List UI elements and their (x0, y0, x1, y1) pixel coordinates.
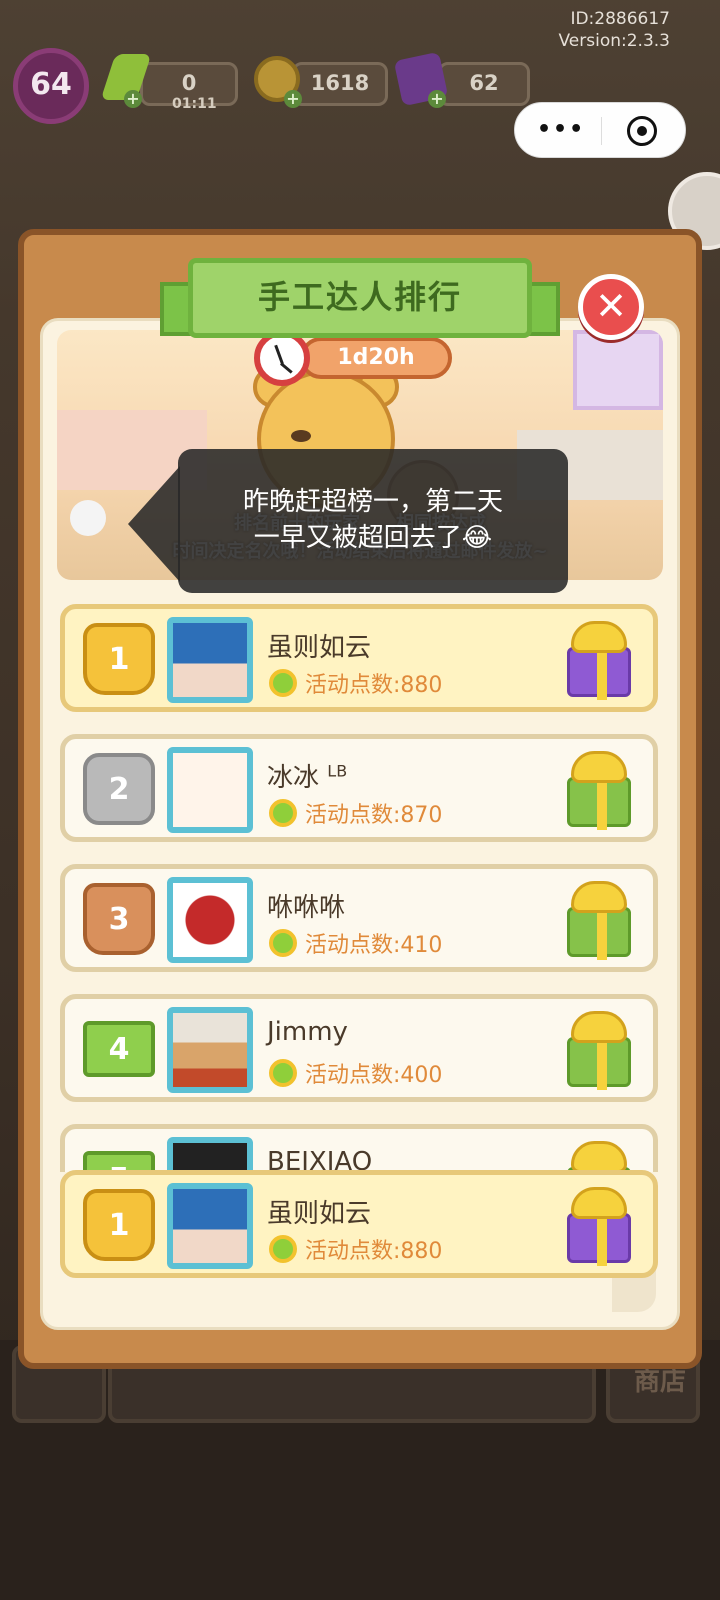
banner-window (573, 330, 663, 410)
my-rank-row[interactable]: 1 虽则如云 活动点数:880 (60, 1170, 658, 1282)
points-label: 活动点数:880 (305, 1239, 443, 1264)
rank-badge-silver: 2 (83, 753, 155, 825)
plus-coins-icon[interactable]: + (284, 90, 302, 108)
avatar (167, 877, 253, 963)
close-button[interactable]: ✕ (578, 274, 644, 340)
tooltip-line2: 一早又被超回去了😂 (253, 523, 493, 553)
rank-crown-gold: 1 (83, 623, 155, 695)
tooltip-arrow (128, 466, 180, 582)
player-name: BEIXIAO (267, 1147, 373, 1172)
ranking-row-2[interactable]: 2 冰冰 LB 活动点数:870 (60, 734, 658, 842)
flower-icon (269, 799, 297, 827)
gift-box-icon[interactable] (563, 881, 635, 960)
activity-points: 活动点数:870 (269, 797, 442, 829)
avatar (167, 617, 253, 703)
coins-value: 1618 (310, 71, 370, 95)
ranking-row-5[interactable]: 5 BEIXIAO (60, 1124, 658, 1172)
gift-box-icon[interactable] (563, 751, 635, 830)
close-miniprogram-icon[interactable] (627, 116, 657, 146)
ranking-row-1[interactable]: 1 虽则如云 活动点数:880 (60, 604, 658, 712)
plus-gems-icon[interactable]: + (428, 90, 446, 108)
rank-crown-gold: 1 (83, 1189, 155, 1261)
activity-points: 活动点数:410 (269, 927, 442, 959)
player-name: 虽则如云 (267, 1199, 372, 1229)
avatar (167, 1137, 253, 1172)
rank-badge-bronze: 3 (83, 883, 155, 955)
countdown-pill: 1d20h (300, 337, 452, 379)
coin-counter[interactable]: 1618 (292, 62, 388, 106)
rank-flag-green: 5 (83, 1151, 155, 1172)
activity-points: 活动点数:400 (269, 1057, 442, 1089)
flower-icon (269, 929, 297, 957)
player-name: Jimmy (267, 1017, 348, 1047)
avatar (167, 1183, 253, 1269)
points-label: 活动点数:880 (305, 673, 443, 698)
rank-flag-green: 4 (83, 1021, 155, 1077)
more-icon[interactable]: ••• (537, 117, 585, 142)
ranking-row-3[interactable]: 3 咻咻咻 活动点数:410 (60, 864, 658, 972)
gift-box-icon[interactable] (563, 1011, 635, 1090)
level-badge[interactable]: 64 (13, 48, 89, 124)
miniprogram-capsule: ••• (514, 102, 686, 158)
avatar (167, 747, 253, 833)
flower-icon (269, 669, 297, 697)
gift-box-icon[interactable] (563, 1187, 635, 1266)
energy-value: 0 (181, 71, 197, 95)
name-suffix: LB (327, 761, 348, 781)
plus-energy-icon[interactable]: + (124, 90, 142, 108)
countdown-text: 1d20h (337, 345, 415, 370)
capsule-divider (601, 117, 602, 145)
player-name: 冰冰 LB (267, 761, 348, 793)
tooltip-text: 昨晚赶超榜一，第二天 一早又被超回去了😂 (198, 484, 548, 556)
player-name: 咻咻咻 (267, 893, 346, 923)
ranking-row-4[interactable]: 4 Jimmy 活动点数:400 (60, 994, 658, 1102)
avatar (167, 1007, 253, 1093)
activity-points: 活动点数:880 (269, 1233, 442, 1265)
version-text: Version:2.3.3 (558, 31, 671, 51)
clock-icon (254, 330, 310, 386)
title-ribbon: 手工达人排行 (188, 258, 532, 338)
user-id: ID:2886617 (570, 9, 670, 29)
tooltip-line1: 昨晚赶超榜一，第二天 (242, 487, 503, 517)
points-label: 活动点数:410 (305, 933, 443, 958)
gem-counter[interactable]: 62 (438, 62, 530, 106)
gems-value: 62 (469, 71, 499, 95)
player-name: 虽则如云 (267, 633, 372, 663)
flower-icon (269, 1059, 297, 1087)
tooltip-dot (70, 500, 106, 536)
bear-nose (291, 430, 311, 442)
activity-points: 活动点数:880 (269, 667, 442, 699)
points-label: 活动点数:400 (305, 1063, 443, 1088)
gift-box-icon[interactable] (563, 621, 635, 700)
points-label: 活动点数:870 (305, 803, 443, 828)
flower-icon (269, 1235, 297, 1263)
energy-timer: 01:11 (172, 96, 217, 112)
gift-box-icon[interactable] (563, 1141, 635, 1172)
build-info: ID:2886617 Version:2.3.3 (559, 8, 671, 52)
ranking-list[interactable]: 1 虽则如云 活动点数:880 2 冰冰 LB 活动点数:870 3 咻咻咻 活… (56, 600, 666, 1172)
my-rank-card[interactable]: 1 虽则如云 活动点数:880 (60, 1170, 658, 1278)
panel-title: 手工达人排行 (257, 278, 462, 316)
